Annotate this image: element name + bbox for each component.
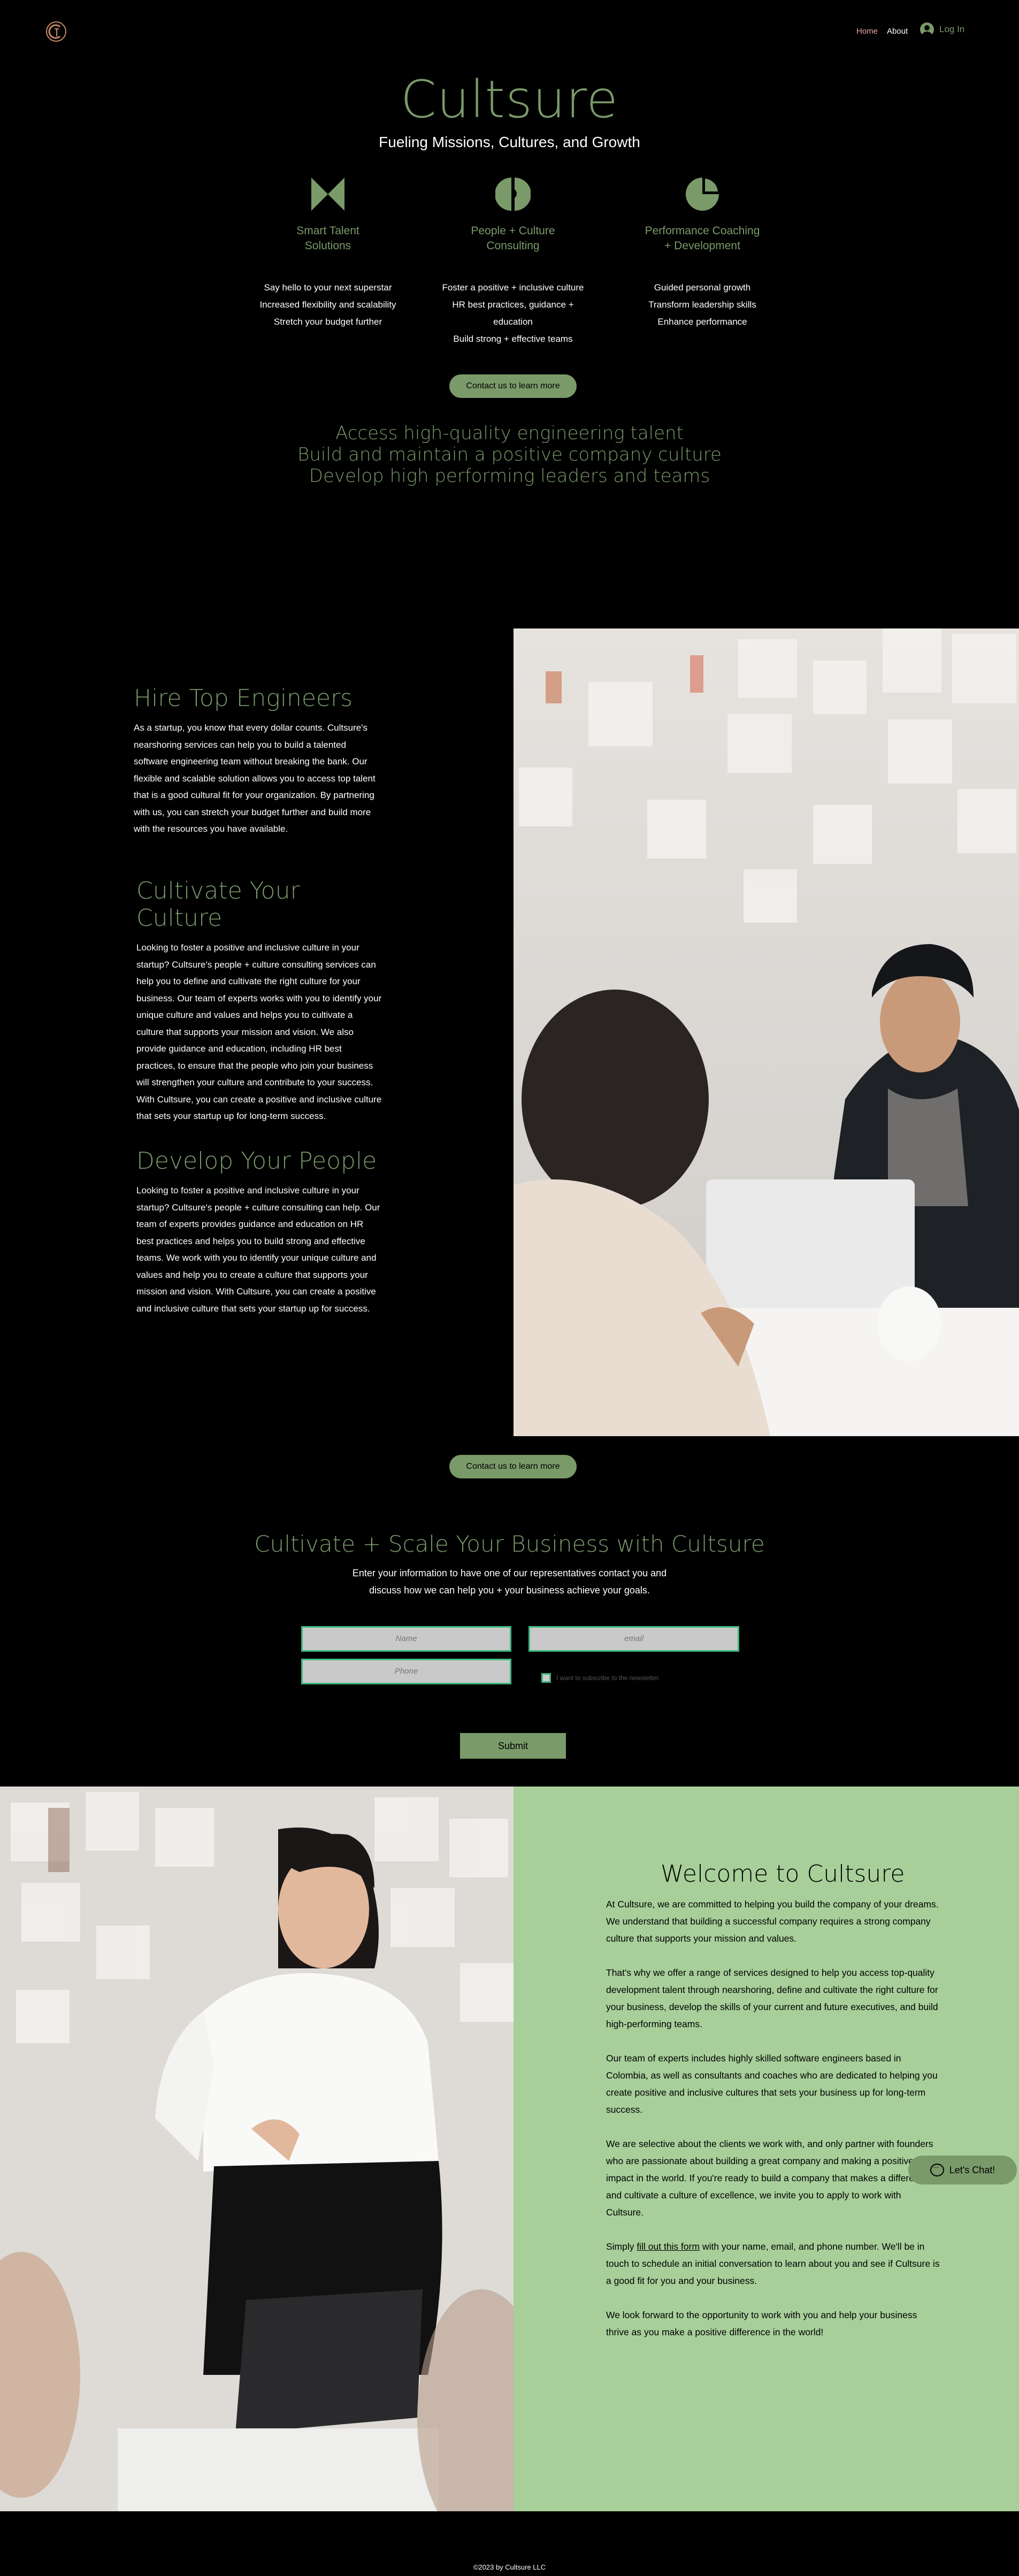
feature-develop-people: Develop Your People Looking to foster a … [136,1147,382,1317]
feature-title: Hire Top Engineers [134,685,353,712]
checkbox-icon[interactable] [541,1673,551,1683]
nav-home-link[interactable]: Home [856,27,878,36]
chat-label: Let's Chat! [949,2164,995,2175]
split-circle-icon [495,178,531,211]
feature-title: Develop Your People [136,1147,377,1175]
phone-field[interactable]: Phone [301,1659,511,1684]
contact-button[interactable]: Contact us to learn more [449,1455,577,1478]
service-title: Solutions [304,240,351,252]
service-line: Transform leadership skills [648,300,756,310]
service-title: Performance Coaching [645,225,760,237]
hero-subtitle: Fueling Missions, Cultures, and Growth [379,134,640,150]
service-title: + Development [664,240,740,252]
chat-button[interactable]: Let's Chat! [908,2156,1017,2184]
bowtie-icon [311,178,344,211]
submit-button[interactable]: Submit [460,1733,566,1759]
newsletter-checkbox[interactable]: I want to subscribe to the newsletter. [541,1673,660,1683]
welcome-paragraph: At Cultsure, we are committed to helping… [606,1899,939,1944]
service-line: Build strong + effective teams [453,334,573,344]
value-prop: Build and maintain a positive company cu… [297,444,722,465]
service-line: Enhance performance [657,317,747,327]
login-label: Log In [939,24,965,34]
welcome-paragraph: We look forward to the opportunity to wo… [606,2310,917,2337]
email-field[interactable]: email [528,1626,739,1652]
welcome-body: At Cultsure, we are committed to helping… [606,1896,940,2358]
welcome-paragraph: Our team of experts includes highly skil… [606,2053,938,2115]
footer-copyright: ©2023 by Cultsure LLC [473,2563,546,2571]
welcome-paragraph: We are selective about the clients we wo… [606,2138,933,2218]
newsletter-label: I want to subscribe to the newsletter. [556,1674,661,1682]
feature-cultivate-culture: Cultivate Your Culture Looking to foster… [136,877,382,1125]
service-people-culture: People + Culture Consulting Foster a posi… [433,177,593,348]
service-line: Foster a positive + inclusive culture [442,282,584,293]
chat-bubble-icon [930,2163,944,2176]
form-title: Cultivate + Scale Your Business with Cul… [254,1531,765,1557]
service-performance-coaching: Performance Coaching + Development Guided… [622,177,783,331]
feature-hire-engineers: Hire Top Engineers As a startup, you kno… [134,685,380,838]
service-smart-talent: Smart Talent Solutions Say hello to your … [248,177,408,331]
hero-title: Cultsure [400,70,619,129]
user-avatar-icon [920,22,934,36]
cultsure-logo-icon[interactable] [44,19,68,44]
contact-button[interactable]: Contact us to learn more [449,374,577,398]
feature-body: Looking to foster a positive and inclusi… [136,942,382,1121]
presenter-woman-photo [0,1787,514,2511]
welcome-paragraph: That's why we offer a range of services … [606,1967,938,2029]
nav-about-link[interactable]: About [887,27,908,36]
team-meeting-photo [514,628,1019,1436]
text-span: Simply [606,2241,637,2252]
feature-title: Cultivate Your Culture [136,877,300,932]
service-line: Say hello to your next superstar [264,282,392,293]
service-title: Consulting [486,240,540,252]
value-props: Access high-quality engineering talent B… [0,423,1019,487]
value-prop: Develop high performing leaders and team… [309,465,710,487]
welcome-paragraph: Simply fill out this form with your name… [606,2238,940,2289]
login-button[interactable]: Log In [920,22,964,36]
service-line: Increased flexibility and scalability [259,300,396,310]
service-title: People + Culture [471,225,555,237]
service-line: Stretch your budget further [273,317,382,327]
value-prop: Access high-quality engineering talent [335,423,684,444]
welcome-title: Welcome to Cultsure [661,1860,905,1888]
service-line: Guided personal growth [654,282,751,293]
form-description: Enter your information to have one of ou… [352,1568,667,1596]
service-line: HR best practices, guidance + education [452,300,574,327]
pie-icon [686,178,719,211]
feature-body: Looking to foster a positive and inclusi… [136,1185,380,1314]
name-field[interactable]: Name [301,1626,511,1652]
feature-body: As a startup, you know that every dollar… [134,723,376,834]
service-title: Smart Talent [296,225,359,237]
form-link[interactable]: fill out this form [637,2241,700,2252]
